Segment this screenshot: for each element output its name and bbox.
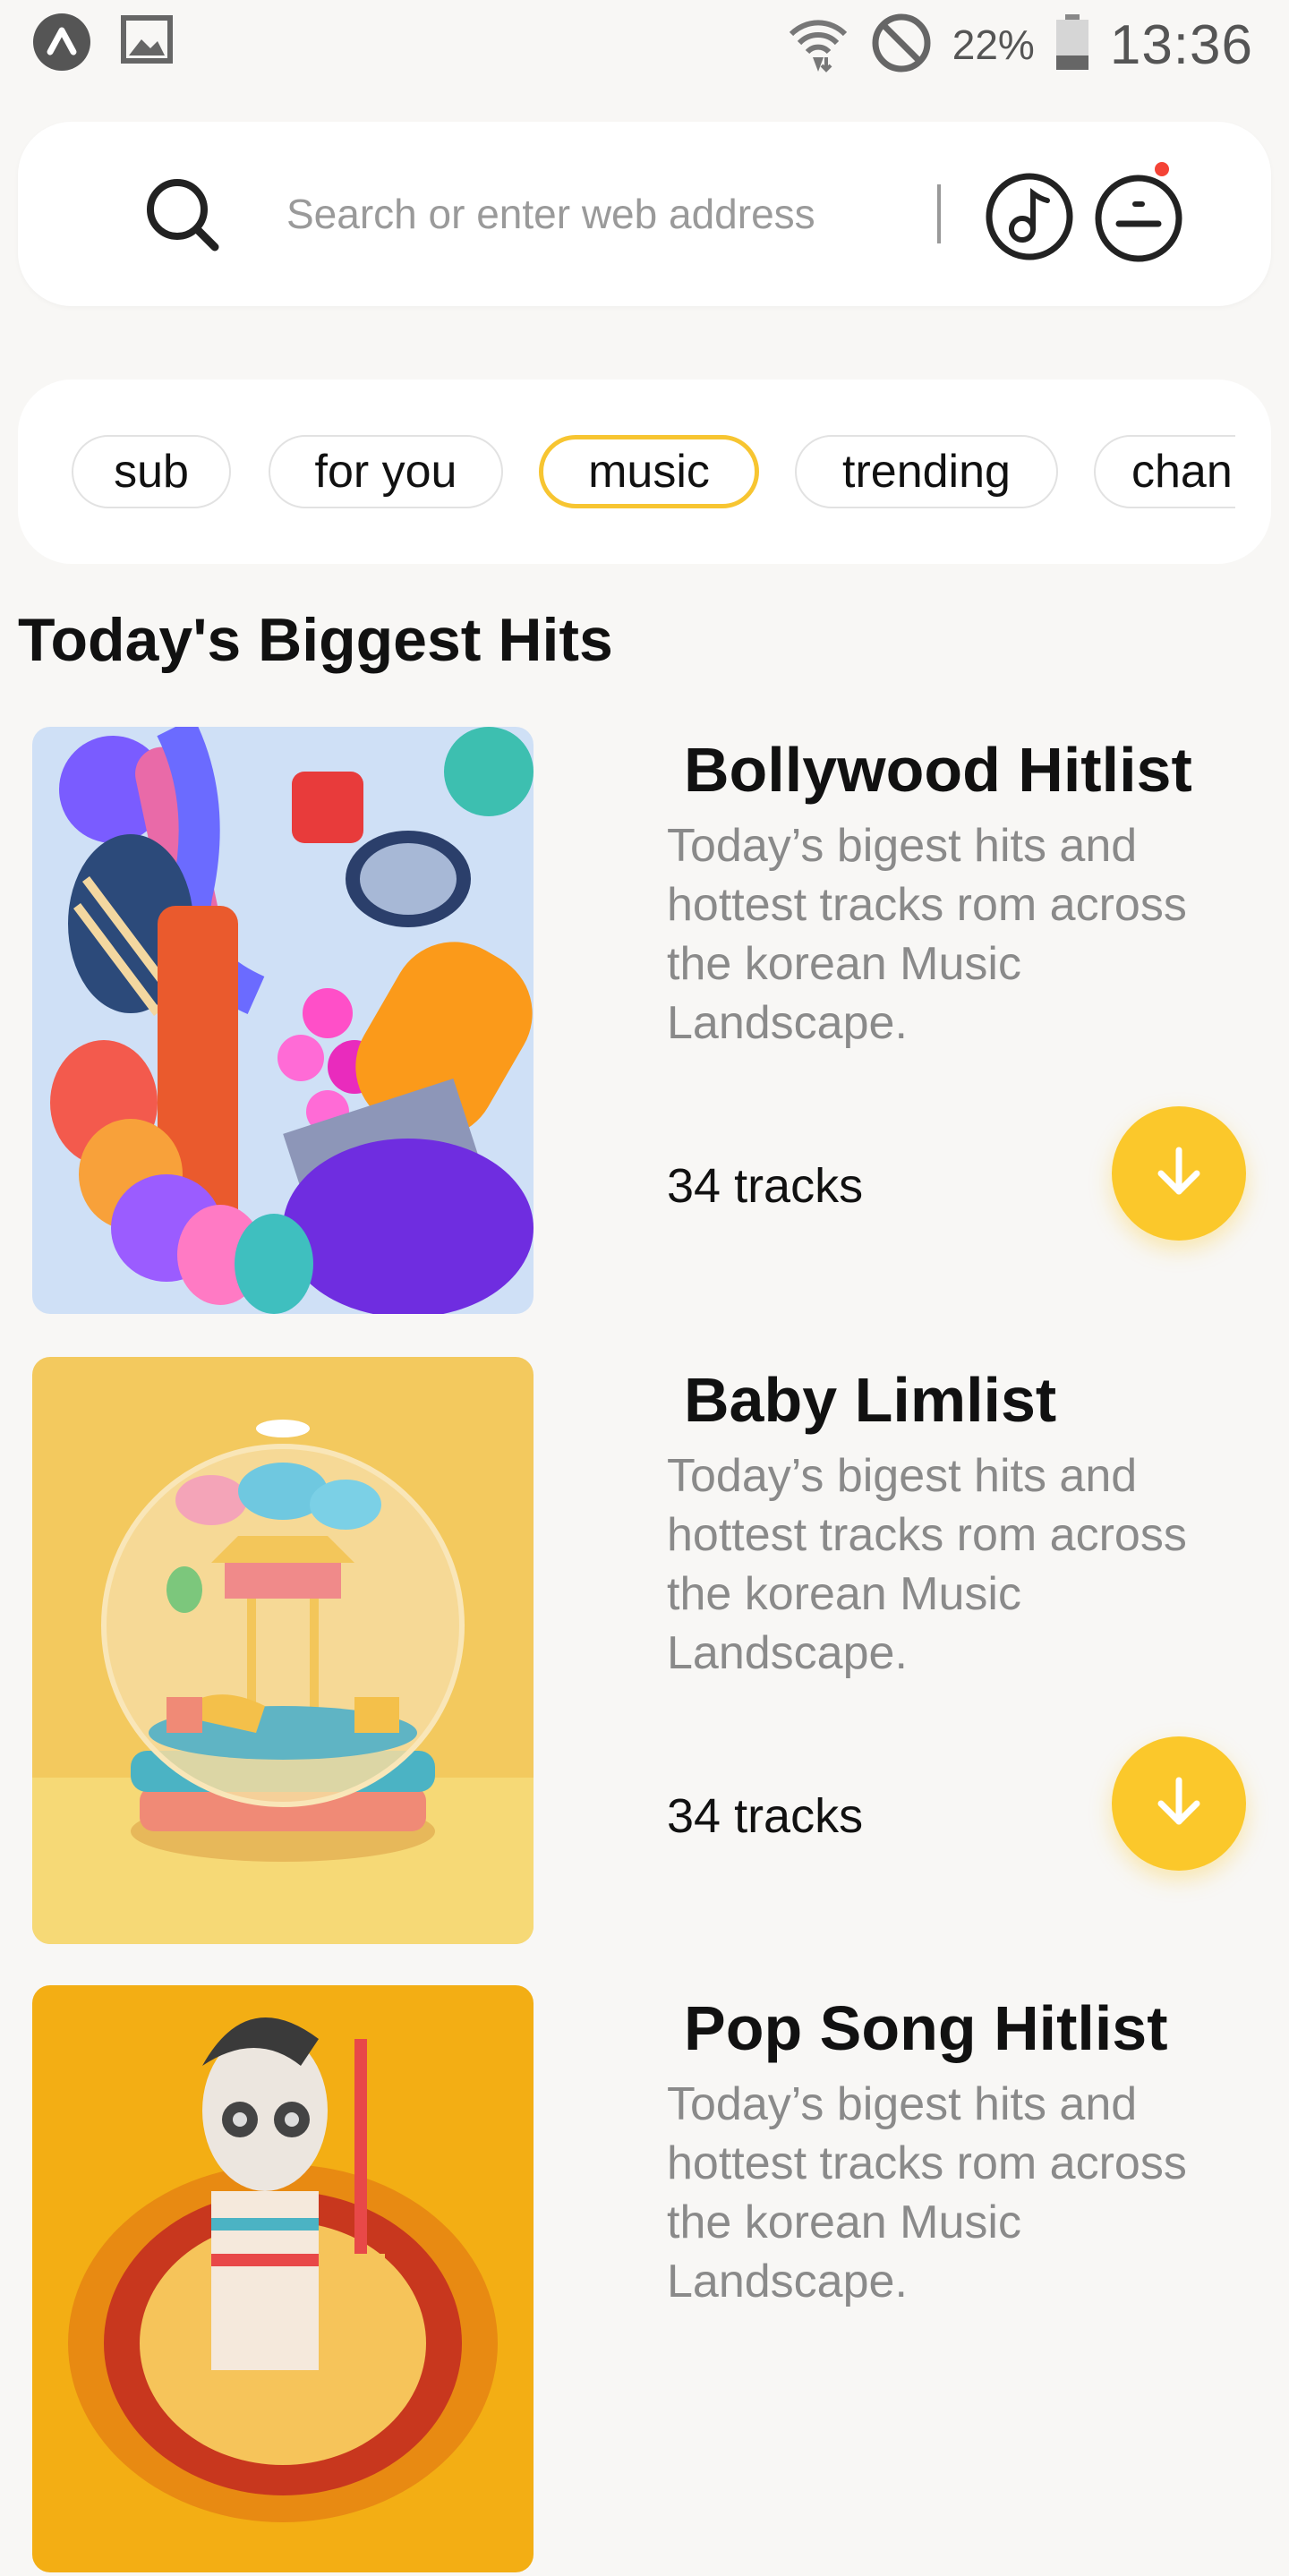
playlist-cover-image[interactable]: [32, 727, 534, 1314]
notification-dot: [1155, 162, 1169, 176]
playlist-card[interactable]: Pop Song Hitlist Today’s bigest hits and…: [0, 1985, 1289, 2576]
clock: 13:36: [1109, 13, 1253, 76]
playlist-description: Today’s bigest hits and hottest tracks r…: [667, 820, 1187, 1049]
playlist-title: Bollywood Hitlist: [684, 735, 1192, 805]
tab-channel[interactable]: channel: [1094, 435, 1235, 508]
category-tabs: sub for you music trending channel: [18, 380, 1271, 564]
search-bar: [18, 122, 1271, 306]
profile-icon[interactable]: [1092, 172, 1185, 265]
tab-music[interactable]: music: [539, 435, 759, 508]
arrow-down-icon: [1150, 1143, 1208, 1205]
playlist-cover-image[interactable]: [32, 1985, 534, 2572]
tab-trending[interactable]: trending: [795, 435, 1058, 508]
playlist-title: Baby Limlist: [684, 1365, 1057, 1435]
section-title: Today's Biggest Hits: [18, 606, 613, 674]
track-count: 34 tracks: [667, 1789, 864, 1843]
search-icon[interactable]: [143, 175, 224, 256]
playlist-title: Pop Song Hitlist: [684, 1993, 1168, 2063]
battery-icon: [1054, 13, 1090, 76]
status-icons: 22% 13:36: [786, 0, 1253, 90]
battery-percent: 22%: [952, 21, 1035, 68]
playlist-description: Today’s bigest hits and hottest tracks r…: [667, 1450, 1187, 1679]
gallery-icon: [120, 13, 179, 72]
search-input[interactable]: [286, 174, 913, 254]
app-notification-icon: [32, 13, 91, 72]
wifi-icon: [786, 11, 850, 80]
playlist-cover-image[interactable]: [32, 1357, 534, 1944]
track-count: 34 tracks: [667, 1159, 864, 1213]
download-button[interactable]: [1112, 1736, 1246, 1871]
music-note-icon[interactable]: [985, 172, 1074, 261]
search-divider: [937, 184, 941, 243]
playlist-card[interactable]: Bollywood Hitlist Today’s bigest hits an…: [0, 727, 1289, 1318]
do-not-disturb-icon: [870, 12, 933, 79]
tab-for-you[interactable]: for you: [269, 435, 503, 508]
tabs-scroll[interactable]: sub for you music trending channel: [18, 380, 1235, 564]
status-bar: 22% 13:36: [0, 0, 1289, 90]
playlist-description: Today’s bigest hits and hottest tracks r…: [667, 2078, 1187, 2307]
download-button[interactable]: [1112, 1106, 1246, 1241]
playlist-card[interactable]: Baby Limlist Today’s bigest hits and hot…: [0, 1357, 1289, 1948]
arrow-down-icon: [1150, 1773, 1208, 1835]
tab-sub[interactable]: sub: [72, 435, 231, 508]
